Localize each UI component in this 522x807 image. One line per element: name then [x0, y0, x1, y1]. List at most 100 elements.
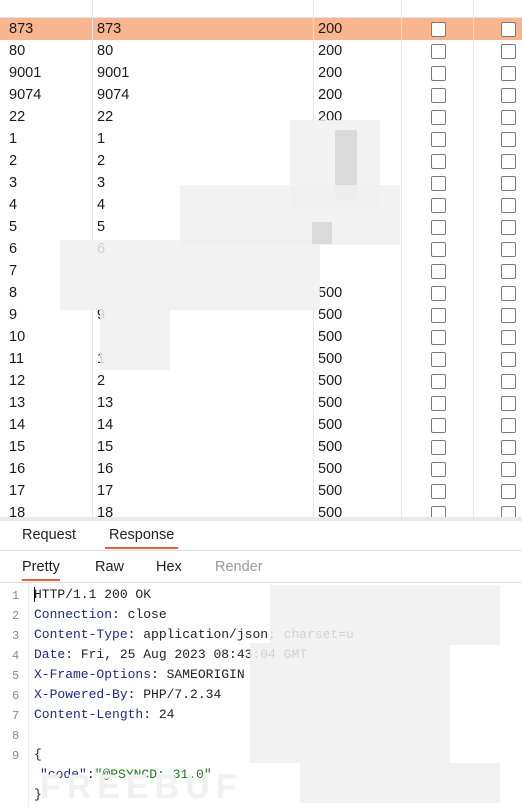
row-checkbox[interactable]: [431, 154, 446, 169]
table-cell: 500: [318, 395, 343, 411]
row-checkbox[interactable]: [501, 462, 516, 477]
row-checkbox[interactable]: [431, 418, 446, 433]
row-checkbox[interactable]: [431, 396, 446, 411]
row-checkbox[interactable]: [501, 374, 516, 389]
row-checkbox[interactable]: [501, 44, 516, 59]
row-checkbox[interactable]: [431, 308, 446, 323]
column-divider: [473, 0, 474, 517]
row-checkbox[interactable]: [501, 330, 516, 345]
header-value: : SAMEORIGIN: [151, 667, 245, 682]
table-cell: 17: [97, 483, 114, 499]
row-checkbox[interactable]: [501, 154, 516, 169]
row-checkbox[interactable]: [501, 308, 516, 323]
table-cell: 500: [318, 351, 343, 367]
header-name: Content-Type: [34, 627, 128, 642]
table-row[interactable]: 11: [0, 128, 522, 150]
tab-raw[interactable]: Raw: [95, 559, 124, 575]
table-cell: 14: [9, 417, 26, 433]
table-cell: 500: [318, 439, 343, 455]
tab-response[interactable]: Response: [105, 527, 179, 549]
row-checkbox[interactable]: [501, 396, 516, 411]
row-checkbox[interactable]: [501, 88, 516, 103]
table-cell: 9074: [97, 87, 130, 103]
table-cell: 200: [318, 43, 343, 59]
table-cell: 15: [97, 439, 114, 455]
table-row[interactable]: 22: [0, 150, 522, 172]
row-checkbox[interactable]: [431, 352, 446, 367]
table-row[interactable]: 111500: [0, 348, 522, 370]
row-checkbox[interactable]: [501, 418, 516, 433]
table-row[interactable]: 15 15 500: [0, 436, 522, 458]
table-cell: 12: [9, 373, 26, 389]
row-checkbox[interactable]: [431, 198, 446, 213]
table-cell: 3: [9, 175, 18, 191]
row-checkbox[interactable]: [431, 440, 446, 455]
line-number: 5: [12, 669, 20, 683]
table-row[interactable]: 12 2 500: [0, 370, 522, 392]
table-row[interactable]: 14 14 500: [0, 414, 522, 436]
header-name: X-Frame-Options: [34, 667, 152, 682]
line-number: 9: [12, 749, 20, 763]
row-checkbox[interactable]: [431, 484, 446, 499]
row-checkbox[interactable]: [501, 110, 516, 125]
row-checkbox[interactable]: [501, 440, 516, 455]
row-checkbox[interactable]: [431, 374, 446, 389]
row-checkbox[interactable]: [431, 132, 446, 147]
row-checkbox[interactable]: [501, 176, 516, 191]
row-checkbox[interactable]: [501, 286, 516, 301]
tab-request[interactable]: Request: [18, 527, 80, 543]
table-row[interactable]: 18 18 500: [0, 502, 522, 517]
row-checkbox[interactable]: [431, 176, 446, 191]
table-cell: 500: [318, 329, 343, 345]
row-checkbox[interactable]: [501, 220, 516, 235]
table-cell: 18: [97, 505, 114, 517]
row-checkbox[interactable]: [431, 264, 446, 279]
row-checkbox[interactable]: [501, 484, 516, 499]
tab-hex[interactable]: Hex: [156, 559, 182, 575]
table-row[interactable]: 16 16 500: [0, 458, 522, 480]
row-checkbox[interactable]: [431, 88, 446, 103]
row-checkbox[interactable]: [431, 330, 446, 345]
redaction-blur: [180, 185, 400, 245]
row-checkbox[interactable]: [431, 22, 446, 37]
row-checkbox[interactable]: [431, 110, 446, 125]
table-cell: 200: [318, 87, 343, 103]
row-checkbox[interactable]: [501, 198, 516, 213]
row-checkbox[interactable]: [501, 506, 516, 517]
row-checkbox[interactable]: [501, 22, 516, 37]
row-checkbox[interactable]: [431, 220, 446, 235]
tab-pretty[interactable]: Pretty: [22, 559, 60, 581]
code-line: HTTP/1.1 200 OK: [34, 587, 151, 602]
code-line: Connection: close: [34, 607, 167, 622]
table-row[interactable]: 17 17 500: [0, 480, 522, 502]
view-tabs: Pretty Raw Hex Render: [0, 551, 522, 583]
row-checkbox[interactable]: [431, 286, 446, 301]
row-checkbox[interactable]: [501, 264, 516, 279]
table-row[interactable]: 80 80 200: [0, 40, 522, 62]
header-name: Date: [34, 647, 66, 662]
row-checkbox[interactable]: [431, 462, 446, 477]
table-row[interactable]: 13 13 500: [0, 392, 522, 414]
table-row[interactable]: 10 500: [0, 326, 522, 348]
row-checkbox[interactable]: [501, 242, 516, 257]
line-number: 3: [12, 629, 20, 643]
row-checkbox[interactable]: [501, 352, 516, 367]
table-cell: 80: [9, 43, 26, 59]
row-checkbox[interactable]: [431, 506, 446, 517]
table-cell: 2: [97, 373, 106, 389]
text-cursor: [34, 587, 35, 602]
table-row[interactable]: 22 22 200: [0, 106, 522, 128]
row-checkbox[interactable]: [431, 44, 446, 59]
redaction-blur: [270, 585, 500, 645]
table-cell: 873: [97, 21, 122, 37]
row-checkbox[interactable]: [431, 66, 446, 81]
row-checkbox[interactable]: [501, 132, 516, 147]
header-value: HTTP/1.1 200 OK: [34, 587, 152, 602]
redaction-blur: [312, 222, 332, 244]
table-row[interactable]: 9001 9001 200: [0, 62, 522, 84]
row-checkbox[interactable]: [501, 66, 516, 81]
row-checkbox[interactable]: [431, 242, 446, 257]
table-cell: 9001: [9, 65, 42, 81]
table-row[interactable]: 9074 9074 200: [0, 84, 522, 106]
table-row[interactable]: 873 873 200: [0, 18, 522, 40]
